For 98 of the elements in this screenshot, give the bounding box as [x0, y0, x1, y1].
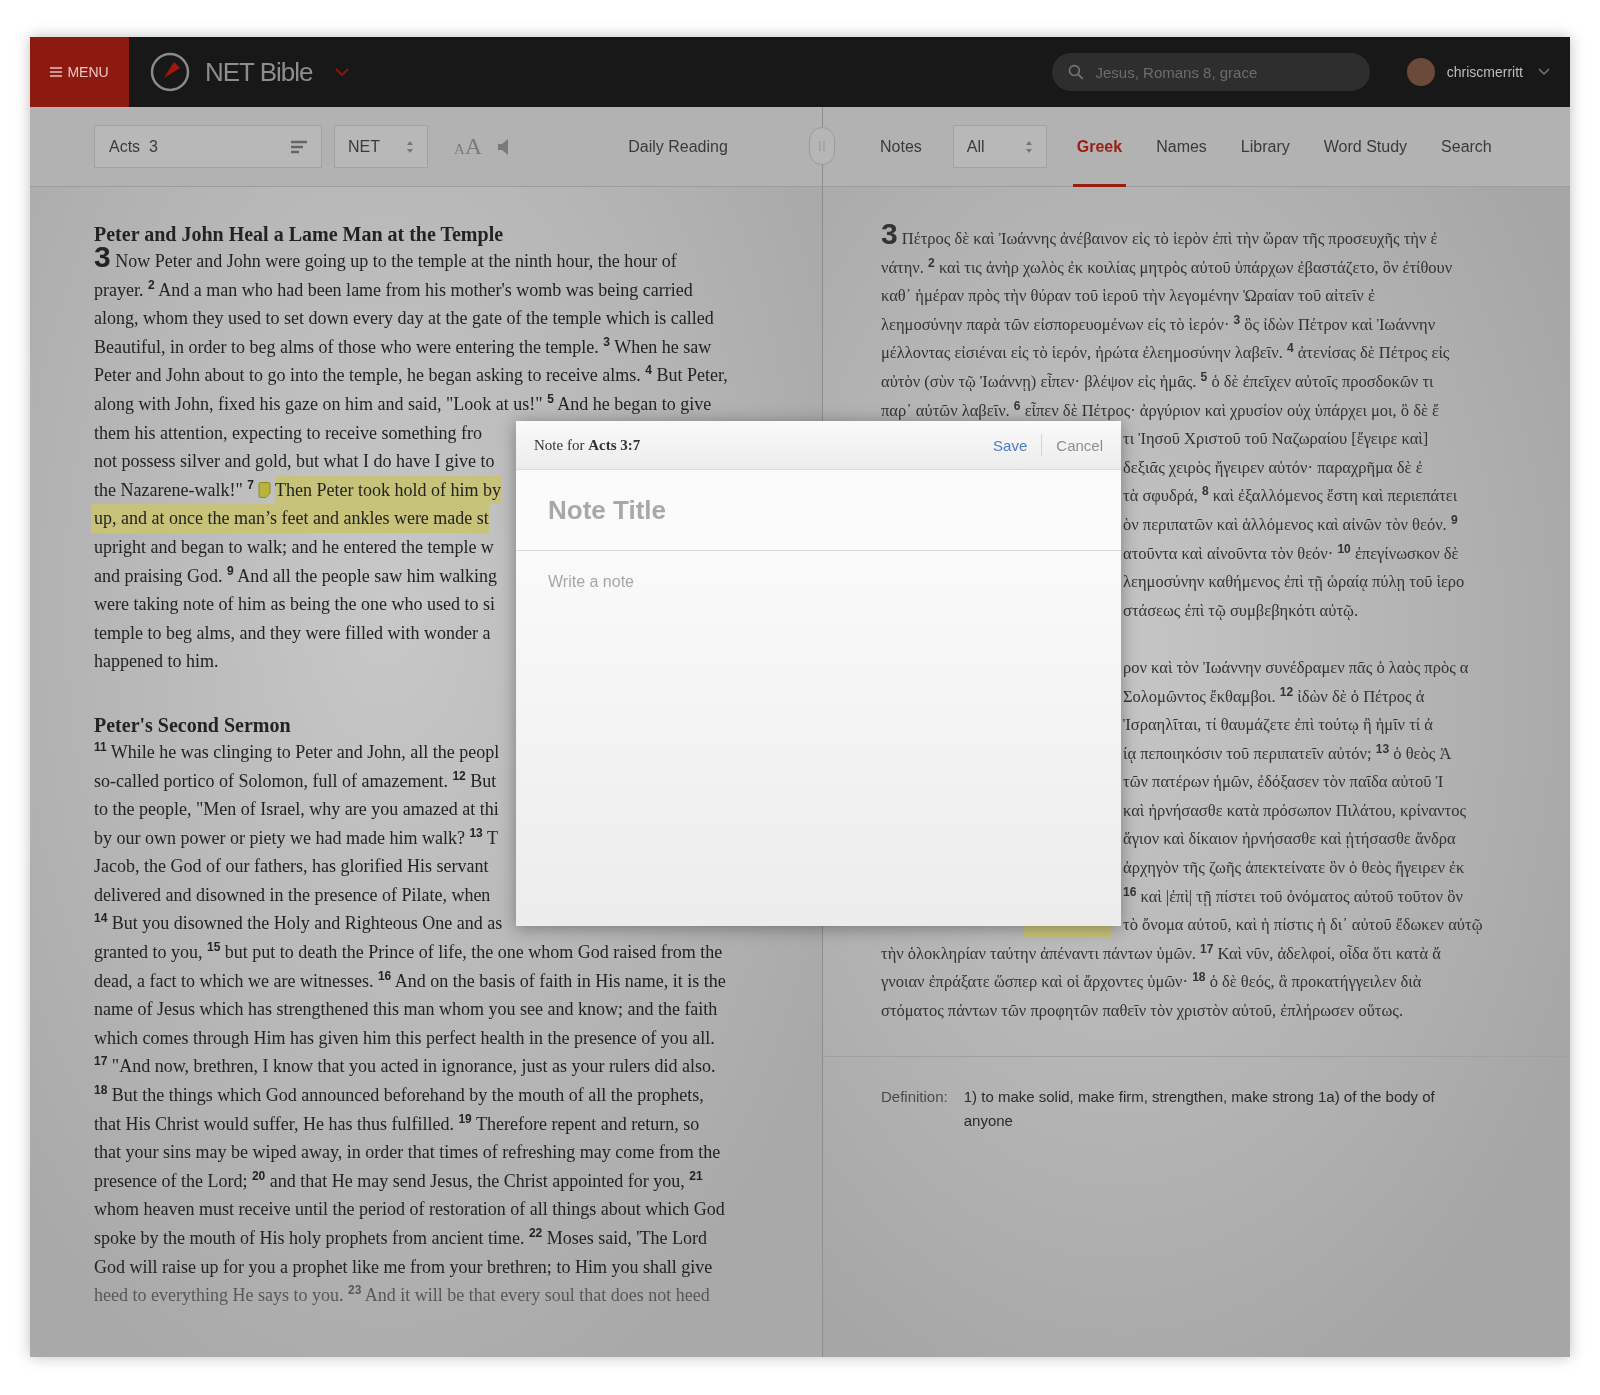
- verse-text: that your sins may be wiped away, in order that times of refreshing may come from the: [94, 1141, 721, 1165]
- greek-verse-text: Ἰσραηλῖται, τί θαυμάζετε ἐπὶ τούτῳ ἢ ἡμῖν τί ἀ: [1123, 714, 1433, 737]
- verse-text: by our own power or piety we had made him walk? $^{13}$ T: [94, 824, 498, 850]
- greek-verse-text: αὐτὸν (σὺν τῷ Ἰωάννῃ) εἶπεν· βλέψον εἰς ἡμᾶς. $^{5}$ ὁ δὲ ἐπεῖχεν αὐτοῖς προσδοκῶν τι: [881, 368, 1434, 393]
- greek-verse-text: Σολομῶντος ἔκθαμβοι. $^{12}$ ἰδὼν δὲ ὁ Πέτρος ἀ: [1123, 683, 1425, 708]
- notes-label: Notes: [880, 137, 922, 156]
- chevron-down-icon[interactable]: [334, 67, 349, 77]
- study-tab[interactable]: Word Study: [1319, 106, 1412, 187]
- verse-text: the Nazarene-walk!" $^{7}$: [94, 476, 254, 502]
- greek-verse-text: λεημοσύνην παρὰ τῶν εἰσπορευομένων εἰς τὸ ἱερόν· $^{3}$ ὃς ἰδὼν Πέτρον καὶ Ἰωάννην: [881, 311, 1436, 336]
- verse-text: and praising God. $^{9}$ And all the people saw him walking: [94, 562, 498, 588]
- verse-text: name of Jesus which has strengthened this man whom you see and know; and the faith: [94, 998, 718, 1022]
- greek-verse-text: ρον καὶ τὸν Ἰωάννην συνέδραμεν πᾶς ὁ λαὸς πρὸς α: [1123, 656, 1469, 679]
- greek-verse-text: στόματος πάντων τῶν προφητῶν παθεῖν τὸν χριστὸν αὐτοῦ, ἐπλήρωσεν οὕτως.: [881, 1000, 1404, 1023]
- note-title-field[interactable]: Note Title: [516, 470, 1121, 551]
- avatar[interactable]: [1406, 58, 1435, 86]
- logo-icon: [150, 52, 190, 92]
- verse-text: temple to beg alms, and they were filled with wonder a: [94, 621, 491, 645]
- greek-verse-text: $^{16}$ καὶ |ἐπὶ| τῇ πίστει τοῦ ὀνόματος αὐτοῦ τοῦτον ὃν: [1123, 883, 1463, 908]
- verse-text: prayer. $^{2}$ And a man who had been lame from his mother's womb was being carried: [94, 276, 693, 302]
- greek-verse-text: λεημοσύνην καθήμενος ἐπὶ τῇ ὡραίᾳ πύλῃ τοῦ ἱερο: [1123, 571, 1465, 594]
- verse-text: upright and began to walk; and he entered the temple w: [94, 535, 494, 559]
- cancel-button[interactable]: Cancel: [1056, 434, 1103, 456]
- verse-text: granted to you, $^{15}$ but put to death the Prince of life, the one whom God raised from the: [94, 939, 723, 965]
- verse-text: presence of the Lord; $^{20}$ and that He may send Jesus, the Christ appointed for you, $^{21}$: [94, 1167, 703, 1193]
- greek-verse-text: ἅγιον καὶ δίκαιον ἠρνήσασθε καὶ ᾐτήσασθε ἄνδρα: [1123, 828, 1456, 851]
- verse-text: happened to him.: [94, 650, 219, 674]
- verse-text: spoke by the mouth of His holy prophets from ancient time. $^{22}$ Moses said, 'The Lord: [94, 1225, 707, 1250]
- greek-verse-text: παρ᾽ αὐτῶν λαβεῖν. $^{6}$ εἶπεν δὲ Πέτρος· ἀργύριον καὶ χρυσίον οὐχ ὑπάρχει μοι, ὃ δὲ ἔ: [881, 397, 1439, 422]
- verse-text: which comes through Him has given him this perfect health in the presence of you all.: [94, 1026, 715, 1050]
- search-input[interactable]: Jesus, Romans 8, grace: [1093, 62, 1354, 82]
- verse-text: Jacob, the God of our fathers, has glorified His servant: [94, 855, 489, 879]
- version-select[interactable]: NET: [334, 125, 428, 168]
- sort-arrows-icon: [406, 139, 414, 154]
- dialog-title: Note for Acts 3:7: [534, 436, 642, 454]
- greek-verse-text: ατοῦντα καὶ αἰνοῦντα τὸν θεόν· $^{10}$ ἐπεγίνωσκον δὲ: [1123, 540, 1459, 565]
- verse-text: God will raise up for you a prophet like me from your brethren; to Him you shall give: [94, 1255, 713, 1279]
- search-icon: [1067, 64, 1084, 80]
- verse-text: 3 Now Peter and John were going up to the temple at the ninth hour, the hour of: [94, 247, 677, 275]
- user-name[interactable]: chriscmerritt: [1446, 64, 1523, 80]
- verse-text: along, whom they used to set down every day at the gate of the temple which is called: [94, 307, 714, 331]
- save-button[interactable]: Save: [993, 434, 1028, 456]
- verse-text: were taking note of him as being the one who used to si: [94, 593, 495, 617]
- greek-verse-text: ὸν περιπατῶν καὶ ἁλλόμενος καὶ αἰνῶν τὸν θεόν. $^{9}$: [1123, 511, 1458, 536]
- verse-text: $^{18}$ But the things which God announced beforehand by the mouth of all the prophets,: [94, 1082, 704, 1108]
- greek-verse-text: γνοιαν ἐπράξατε ὥσπερ καὶ οἱ ἄρχοντες ὑμῶν· $^{18}$ ὁ δὲ θεός, ἃ προκατήγγειλεν διὰ: [881, 968, 1422, 994]
- verse-text: along with John, fixed his gaze on him and said, "Look at us!" $^{5}$ And he began to give: [94, 390, 712, 416]
- study-tab[interactable]: Names: [1152, 106, 1211, 187]
- greek-verse-text: νάτην. $^{2}$ καὶ τις ἀνὴρ χωλὸς ἐκ κοιλίας μητρὸς αὐτοῦ ὑπάρχων ἐβαστάζετο, ὃν ἐτίθουν: [881, 254, 1453, 279]
- speaker-icon[interactable]: [498, 138, 511, 155]
- study-tab[interactable]: Search: [1437, 106, 1496, 187]
- section-heading: Peter and John Heal a Lame Man at the Temple: [94, 222, 505, 247]
- verse-text: $^{11}$ While he was clinging to Peter and John, all the peopl: [94, 738, 500, 764]
- greek-verse-text: ίᾳ πεποιηκόσιν τοῦ περιπατεῖν αὐτόν; $^{13}$ ὁ θεὸς Ἀ: [1123, 740, 1452, 765]
- verse-text: to the people, "Men of Israel, why are you amazed at thi: [94, 798, 499, 822]
- verse-text: not possess silver and gold, but what I do have I give to: [94, 450, 495, 474]
- app-title: NET Bible: [205, 56, 313, 88]
- study-tab[interactable]: Library: [1236, 106, 1294, 187]
- verse-text: that His Christ would suffer, He has thus fulfilled. $^{19}$ Therefore repent and return, so: [94, 1110, 700, 1136]
- search-bar[interactable]: Jesus, Romans 8, grace: [1051, 53, 1370, 91]
- greek-verse-text: τι Ἰησοῦ Χριστοῦ τοῦ Ναζωραίου [ἔγειρε καὶ]: [1123, 428, 1429, 451]
- greek-verse-text: στάσεως ἐπὶ τῷ συμβεβηκότι αὐτῷ.: [1123, 599, 1359, 622]
- greek-verse-text: τὸ ὄνομα αὐτοῦ, καὶ ἡ πίστις ἡ δι᾽ αὐτοῦ ἔδωκεν αὐτῷ: [1123, 914, 1483, 937]
- verse-text: so-called portico of Solomon, full of amazement. $^{12}$ But: [94, 767, 497, 793]
- verse-text: dead, a fact to which we are witnesses. $^{16}$ And on the basis of faith in His name, it is the: [94, 967, 726, 993]
- section-heading: Peter's Second Sermon: [94, 712, 292, 738]
- sort-arrows-icon: [1024, 139, 1033, 154]
- verse-text: Beautiful, in order to beg alms of those who were entering the temple. $^{3}$ When he saw: [94, 333, 712, 359]
- highlighted-verse-text: up, and at once the man’s feet and ankles were made st: [91, 504, 489, 533]
- chevron-down-icon[interactable]: [1538, 68, 1550, 76]
- verse-text: $^{17}$ "And now, brethren, I know that you acted in ignorance, just as your rulers did also.: [94, 1053, 716, 1079]
- verse-text: heed to everything He says to you. $^{23}$ And it will be that every soul that does not heed: [94, 1282, 710, 1308]
- daily-reading-link[interactable]: Daily Reading: [628, 137, 728, 156]
- greek-verse-text: καὶ ἠρνήσασθε κατὰ πρόσωπον Πιλάτου, κρίναντος: [1123, 799, 1466, 822]
- verse-text: Peter and John about to go into the temple, he began asking to receive alms. $^{4}$ But Peter,: [94, 362, 728, 388]
- greek-verse-text: τῶν πατέρων ἡμῶν, ἐδόξασεν τὸν παῖδα αὐτοῦ Ἰ: [1123, 771, 1444, 794]
- menu-icon: [50, 67, 63, 77]
- definition-label: Definition:: [881, 1086, 948, 1107]
- greek-verse-text: καθ᾽ ἡμέραν πρὸς τὴν θύραν τοῦ ἱεροῦ τὴν λεγομένην Ὡραίαν τοῦ αἰτεῖν ἐ: [881, 285, 1375, 308]
- passage-selector[interactable]: Acts 3: [94, 125, 322, 168]
- note-icon[interactable]: [257, 482, 271, 499]
- notes-filter-select[interactable]: All: [952, 125, 1047, 168]
- greek-verse-text: μέλλοντας εἰσιέναι εἰς τὸ ἱερόν, ἠρώτα ἐλεημοσύνην λαβεῖν. $^{4}$ ἀτενίσας δὲ Πέτρος εἰς: [881, 339, 1450, 365]
- note-body-field[interactable]: Write a note: [516, 551, 1121, 926]
- verse-text: delivered and disowned in the presence of Pilate, when: [94, 883, 491, 907]
- greek-verse-text: τὴν ὁλοκληρίαν ταύτην ἀπέναντι πάντων ὑμῶν. $^{17}$ Καὶ νῦν, ἀδελφοί, οἶδα ὅτι κατὰ ἄ: [881, 940, 1441, 965]
- greek-verse-text: ἀρχηγὸν τῆς ζωῆς ἀπεκτείνατε ὃν ὁ θεὸς ἤγειρεν ἐκ: [1123, 857, 1465, 880]
- verse-text: whom heaven must receive until the period of restoration of all things about which God: [94, 1198, 725, 1222]
- study-tab[interactable]: Greek: [1072, 106, 1127, 187]
- verse-text: them his attention, expecting to receive something fro: [94, 421, 482, 445]
- definition-text: 1) to make solid, make firm, strengthen, make strong 1a) of the body of anyone: [963, 1086, 1436, 1131]
- greek-verse-text: τὰ σφυδρά, $^{8}$ καὶ ἐξαλλόμενος ἔστη καὶ περιεπάτει: [1123, 482, 1458, 508]
- menu-button[interactable]: MENU: [30, 37, 129, 107]
- greek-verse-text: 3 Πέτρος δὲ καὶ Ἰωάννης ἀνέβαινον εἰς τὸ ἱερὸν ἐπὶ τὴν ὥραν τῆς προσευχῆς τὴν ἐ: [881, 225, 1438, 252]
- list-icon: [291, 139, 307, 154]
- verse-text: $^{14}$ But you disowned the Holy and Righteous One and as: [94, 910, 503, 936]
- greek-verse-text: δεξιᾶς χειρὸς ἤγειρεν αὐτόν· παραχρῆμα δὲ ἐ: [1123, 456, 1423, 479]
- highlighted-verse-text: Then Peter took hold of him by: [274, 475, 501, 505]
